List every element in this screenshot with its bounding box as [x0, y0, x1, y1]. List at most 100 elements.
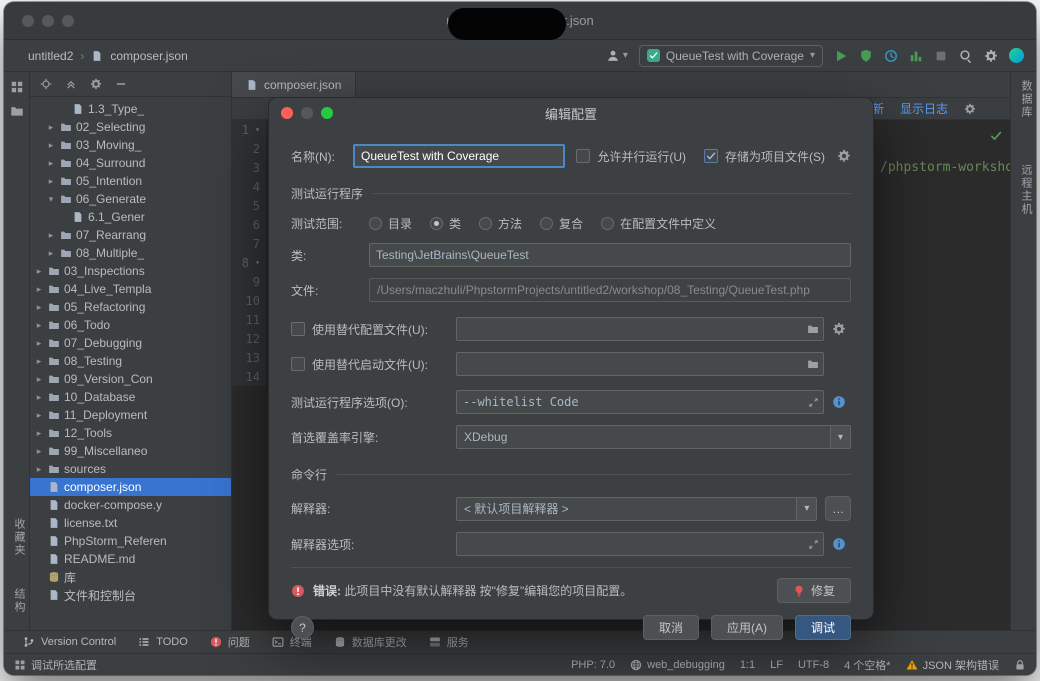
scope-radio[interactable]: 在配置文件中定义	[601, 215, 716, 232]
expand-field-icon[interactable]	[808, 539, 819, 550]
name-input[interactable]	[353, 144, 565, 168]
tree-item[interactable]: ▾06_Generate	[30, 190, 231, 208]
store-as-project-file-checkbox[interactable]: 存储为项目文件(S)	[704, 148, 825, 165]
tree-item[interactable]: ▸02_Selecting	[30, 118, 231, 136]
tree-collapsed-icon[interactable]: ▸	[46, 248, 56, 259]
folder-browse-icon[interactable]	[807, 358, 819, 370]
tree-item[interactable]: composer.json	[30, 478, 231, 496]
tab-composer-json[interactable]: composer.json	[232, 72, 356, 97]
alt-bootstrap-checkbox[interactable]: 使用替代启动文件(U):	[291, 356, 456, 373]
tree-collapsed-icon[interactable]: ▸	[34, 356, 44, 367]
ide-updates-icon[interactable]	[1009, 48, 1024, 63]
database-toolwindow-button[interactable]: 数据库	[1018, 80, 1034, 119]
tree-item[interactable]: ▸03_Moving_	[30, 136, 231, 154]
tree-collapsed-icon[interactable]: ▸	[34, 302, 44, 313]
run-config-selector[interactable]: QueueTest with Coverage ▾	[639, 45, 823, 67]
cancel-button[interactable]: 取消	[643, 615, 699, 640]
problems-button[interactable]: 问题	[201, 631, 259, 653]
tree-item[interactable]: ▸10_Database	[30, 388, 231, 406]
collapse-all-icon[interactable]	[65, 78, 77, 90]
fold-arrow-icon[interactable]: ▾	[252, 258, 260, 267]
php-version-widget[interactable]: PHP: 7.0	[571, 659, 615, 671]
concurrency-diagram-icon[interactable]	[909, 49, 923, 63]
codewithme-menu[interactable]: ▾	[606, 49, 628, 63]
json-schema-widget[interactable]: JSON 架构错误	[906, 657, 999, 673]
toolwindow-switcher-icon[interactable]	[14, 659, 26, 671]
tree-expanded-icon[interactable]: ▾	[46, 194, 56, 205]
tree-item[interactable]: ▸05_Intention	[30, 172, 231, 190]
window-close-button[interactable]	[22, 15, 34, 27]
tree-collapsed-icon[interactable]: ▸	[34, 284, 44, 295]
tree-collapsed-icon[interactable]: ▸	[46, 230, 56, 241]
dialog-zoom-button[interactable]	[321, 107, 333, 119]
breadcrumb-file[interactable]: composer.json	[110, 49, 187, 63]
search-everywhere-icon[interactable]	[959, 49, 973, 63]
hide-panel-icon[interactable]	[115, 78, 127, 90]
coverage-engine-select[interactable]: XDebug ▾	[456, 425, 851, 449]
tree-item[interactable]: ▸99_Miscellaneo	[30, 442, 231, 460]
scope-radio[interactable]: 方法	[479, 215, 522, 232]
tree-item[interactable]: ▸09_Version_Con	[30, 370, 231, 388]
interpreter-select[interactable]: < 默认项目解释器 > ▾	[456, 497, 817, 521]
alt-config-gear-icon[interactable]	[832, 322, 846, 336]
todo-button[interactable]: TODO	[129, 631, 197, 653]
tree-item[interactable]: 1.3_Type_	[30, 100, 231, 118]
tree-collapsed-icon[interactable]: ▸	[46, 176, 56, 187]
tree-item[interactable]: license.txt	[30, 514, 231, 532]
tree-collapsed-icon[interactable]: ▸	[46, 140, 56, 151]
tree-collapsed-icon[interactable]: ▸	[34, 338, 44, 349]
apply-button[interactable]: 应用(A)	[711, 615, 783, 640]
tree-item[interactable]: ▸12_Tools	[30, 424, 231, 442]
expand-field-icon[interactable]	[808, 397, 819, 408]
tree-item[interactable]: ▸06_Todo	[30, 316, 231, 334]
scope-radio[interactable]: 复合	[540, 215, 583, 232]
parallel-run-checkbox[interactable]: 允许并行运行(U)	[576, 148, 686, 165]
settings-gear-icon[interactable]	[984, 49, 998, 63]
interpreter-browse-button[interactable]: …	[825, 496, 851, 521]
tree-item[interactable]: ▸08_Multiple_	[30, 244, 231, 262]
help-button[interactable]: ?	[291, 616, 314, 639]
tree-item[interactable]: ▸03_Inspections	[30, 262, 231, 280]
tree-collapsed-icon[interactable]: ▸	[34, 446, 44, 457]
run-with-coverage-icon[interactable]	[859, 49, 873, 63]
scope-radio[interactable]: 目录	[369, 215, 412, 232]
version-control-button[interactable]: Version Control	[14, 631, 125, 653]
tree-collapsed-icon[interactable]: ▸	[46, 158, 56, 169]
interpreter-options-input[interactable]	[456, 532, 824, 556]
tree-item[interactable]: PhpStorm_Referen	[30, 532, 231, 550]
tree-item[interactable]: ▸11_Deployment	[30, 406, 231, 424]
store-settings-gear-icon[interactable]	[837, 149, 851, 163]
tree-collapsed-icon[interactable]: ▸	[34, 392, 44, 403]
server-widget[interactable]: web_debugging	[630, 659, 725, 671]
indent-widget[interactable]: 4 个空格*	[844, 657, 890, 673]
alt-config-input[interactable]	[456, 317, 824, 341]
info-icon[interactable]	[832, 537, 846, 551]
window-minimize-button[interactable]	[42, 15, 54, 27]
tree-item[interactable]: ▸sources	[30, 460, 231, 478]
debug-button[interactable]: 调试	[795, 615, 851, 640]
tree-item[interactable]: 文件和控制台	[30, 586, 231, 604]
remote-host-toolwindow-button[interactable]: 远程主机	[1018, 164, 1034, 216]
tree-collapsed-icon[interactable]: ▸	[34, 428, 44, 439]
banner-settings-gear-icon[interactable]	[964, 103, 976, 115]
show-log-link[interactable]: 显示日志	[900, 100, 948, 117]
tree-item[interactable]: ▸08_Testing	[30, 352, 231, 370]
tree-collapsed-icon[interactable]: ▸	[34, 410, 44, 421]
tree-collapsed-icon[interactable]: ▸	[34, 320, 44, 331]
tree-item[interactable]: ▸04_Live_Templa	[30, 280, 231, 298]
structure-toolwindow-button[interactable]: 结构	[11, 588, 27, 614]
class-input[interactable]	[369, 243, 851, 267]
tree-collapsed-icon[interactable]: ▸	[34, 374, 44, 385]
inspections-ok-icon[interactable]	[990, 128, 1002, 142]
fold-arrow-icon[interactable]: ▾	[252, 125, 260, 134]
tree-item[interactable]: docker-compose.y	[30, 496, 231, 514]
tree-collapsed-icon[interactable]: ▸	[34, 266, 44, 277]
tree-item[interactable]: README.md	[30, 550, 231, 568]
locate-file-icon[interactable]	[40, 78, 52, 90]
scope-radio[interactable]: 类	[430, 215, 461, 232]
folder-toolwindow-icon[interactable]	[10, 104, 24, 118]
tree-item[interactable]: 6.1_Gener	[30, 208, 231, 226]
runner-options-input[interactable]	[456, 390, 824, 414]
encoding-widget[interactable]: UTF-8	[798, 659, 829, 671]
favorites-toolwindow-button[interactable]: 收藏夹	[11, 518, 27, 557]
